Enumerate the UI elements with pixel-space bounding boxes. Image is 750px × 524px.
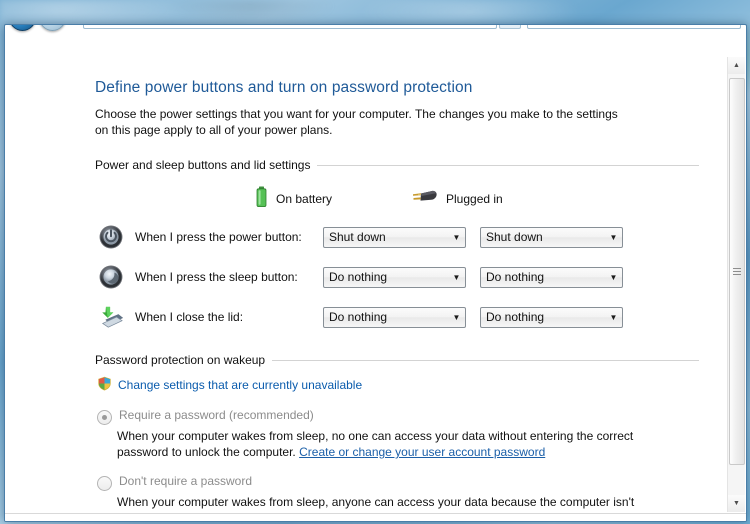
dropdown-value: Do nothing — [486, 269, 545, 284]
forward-button[interactable] — [39, 25, 66, 31]
radio-dont-require-password[interactable]: Don't require a password — [95, 474, 699, 491]
column-header-plugged-in-label: Plugged in — [446, 191, 503, 206]
group-heading-divider — [317, 164, 699, 166]
column-header-on-battery-label: On battery — [276, 191, 333, 206]
create-change-password-link[interactable]: Create or change your user account passw… — [299, 445, 545, 459]
dropdown-value: Shut down — [486, 229, 543, 244]
scroll-down-button[interactable]: ▼ — [728, 495, 745, 512]
dropdown-value: Do nothing — [329, 269, 388, 284]
dropdown-power-button-plugged-in[interactable]: Shut down ▼ — [480, 226, 623, 248]
dropdown-cell-on-battery: Shut down ▼ — [323, 226, 480, 248]
breadcrumb-bar[interactable]: « Hardware and Sound ▸ Power Options ▸ S… — [83, 25, 497, 29]
group-heading-divider — [272, 359, 699, 361]
vertical-scrollbar[interactable]: ▲ ▼ — [727, 57, 745, 512]
chevron-down-icon[interactable]: ▼ — [448, 233, 465, 242]
radio-require-password-description: When your computer wakes from sleep, no … — [117, 428, 641, 460]
row-label-power-button: When I press the power button: — [135, 230, 302, 244]
dropdown-value: Do nothing — [486, 309, 545, 324]
uac-shield-icon — [97, 376, 112, 394]
dropdown-cell-on-battery: Do nothing ▼ — [323, 266, 480, 288]
scrollbar-grip-icon — [733, 266, 741, 277]
back-button[interactable] — [9, 25, 36, 31]
chevron-down-icon[interactable]: ▼ — [605, 273, 622, 282]
change-settings-link-label[interactable]: Change settings that are currently unava… — [118, 378, 362, 392]
radio-button[interactable] — [97, 476, 112, 491]
dropdown-value: Do nothing — [329, 309, 388, 324]
scrollbar-track[interactable] — [728, 74, 745, 495]
radio-require-password-label: Require a password (recommended) — [119, 408, 314, 422]
sleep-button-icon — [95, 265, 127, 289]
group-heading-label: Power and sleep buttons and lid settings — [95, 158, 311, 172]
row-label-sleep-button: When I press the sleep button: — [135, 270, 298, 284]
laptop-lid-icon — [95, 305, 127, 329]
radio-dont-require-password-description: When your computer wakes from sleep, any… — [117, 495, 635, 512]
dropdown-cell-plugged-in: Do nothing ▼ — [480, 306, 637, 328]
radio-require-password[interactable]: Require a password (recommended) — [95, 408, 699, 425]
column-headers: On battery Plugged in — [95, 186, 699, 211]
chevron-down-icon[interactable]: ▼ — [605, 233, 622, 242]
group-heading-label: Password protection on wakeup — [95, 353, 266, 367]
battery-icon — [255, 186, 268, 211]
row-label-close-lid: When I close the lid: — [135, 310, 244, 324]
column-header-on-battery: On battery — [255, 186, 412, 211]
refresh-button[interactable] — [499, 25, 521, 29]
password-protection-section: Password protection on wakeup Change set… — [95, 353, 699, 512]
control-panel-window: ▼ « Hardware and Sound ▸ Power Options ▸… — [4, 24, 747, 522]
page-title: Define power buttons and turn on passwor… — [95, 79, 473, 96]
chevron-down-icon[interactable]: ▼ — [448, 273, 465, 282]
power-plug-icon — [412, 188, 438, 209]
column-header-plugged-in: Plugged in — [412, 186, 503, 211]
main-content: Define power buttons and turn on passwor… — [6, 57, 723, 512]
chevron-down-icon[interactable]: ▼ — [605, 313, 622, 322]
scroll-up-button[interactable]: ▲ — [728, 57, 745, 74]
dropdown-sleep-button-plugged-in[interactable]: Do nothing ▼ — [480, 266, 623, 288]
dropdown-sleep-button-on-battery[interactable]: Do nothing ▼ — [323, 266, 466, 288]
address-bar: ▼ « Hardware and Sound ▸ Power Options ▸… — [5, 25, 746, 32]
change-settings-link[interactable]: Change settings that are currently unava… — [97, 376, 699, 394]
table-row: When I press the power button: Shut down… — [95, 217, 699, 257]
scrollbar-thumb[interactable] — [729, 78, 745, 465]
window-bottom-edge — [5, 513, 746, 521]
dropdown-close-lid-on-battery[interactable]: Do nothing ▼ — [323, 306, 466, 328]
password-group-heading: Password protection on wakeup — [95, 353, 699, 367]
table-row: When I press the sleep button: Do nothin… — [95, 257, 699, 297]
table-row: When I close the lid: Do nothing ▼ Do no… — [95, 297, 699, 337]
dropdown-cell-on-battery: Do nothing ▼ — [323, 306, 480, 328]
dropdown-cell-plugged-in: Do nothing ▼ — [480, 266, 637, 288]
dropdown-cell-plugged-in: Shut down ▼ — [480, 226, 637, 248]
radio-button[interactable] — [97, 410, 112, 425]
search-icon[interactable] — [723, 25, 736, 26]
search-box[interactable] — [527, 25, 741, 29]
power-button-icon — [95, 225, 127, 249]
dropdown-close-lid-plugged-in[interactable]: Do nothing ▼ — [480, 306, 623, 328]
dropdown-value: Shut down — [329, 229, 386, 244]
chevron-down-icon[interactable]: ▼ — [448, 313, 465, 322]
radio-dont-require-password-label: Don't require a password — [119, 474, 253, 488]
page-description: Choose the power settings that you want … — [95, 107, 618, 137]
dropdown-power-button-on-battery[interactable]: Shut down ▼ — [323, 226, 466, 248]
power-buttons-group-heading: Power and sleep buttons and lid settings — [95, 158, 699, 172]
